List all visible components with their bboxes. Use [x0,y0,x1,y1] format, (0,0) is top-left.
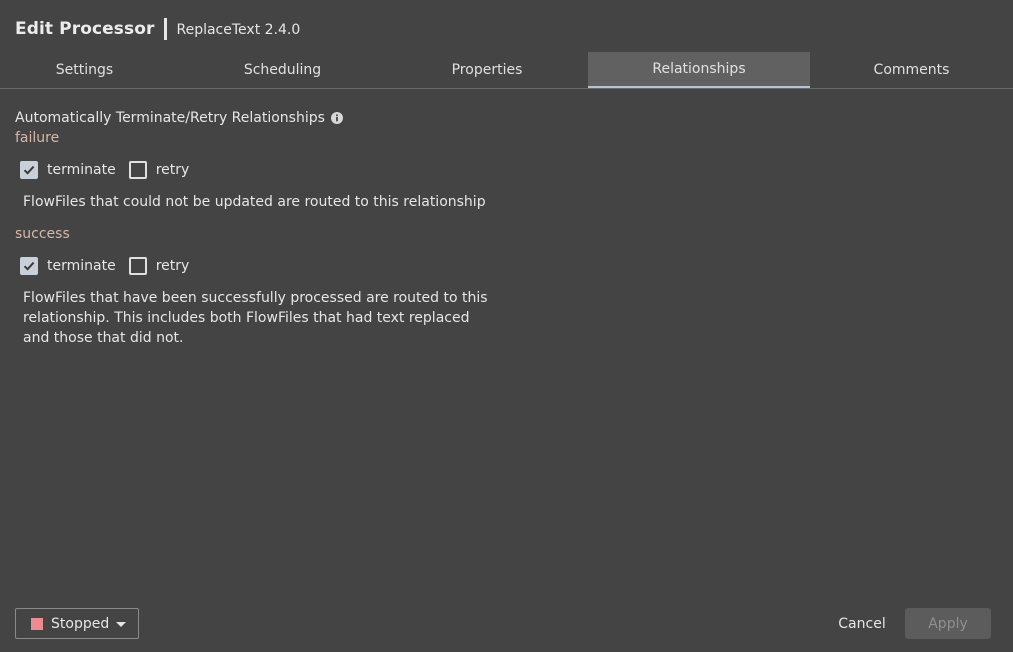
cancel-button[interactable]: Cancel [830,608,894,639]
title-separator [164,18,168,40]
dialog-header: Edit Processor ReplaceText 2.4.0 [15,16,300,42]
failure-retry-checkbox[interactable] [128,161,147,179]
relationship-name-failure: failure [15,130,60,146]
relationship-options-success: terminate retry [20,254,995,278]
success-terminate-label: terminate [47,258,116,274]
info-circle-icon[interactable] [330,112,343,124]
edit-processor-dialog: Edit Processor ReplaceText 2.4.0 Setting… [0,0,1013,652]
success-terminate-checkbox[interactable] [20,257,38,275]
failure-retry-label: retry [155,162,190,178]
section-heading: Automatically Terminate/Retry Relationsh… [15,108,995,128]
failure-terminate-label: terminate [47,162,116,178]
relationship-name-success: success [15,226,70,242]
apply-button[interactable]: Apply [905,608,991,639]
dialog-title: Edit Processor [15,19,155,39]
processor-type-version: ReplaceText 2.4.0 [176,22,301,38]
success-retry-checkbox[interactable] [128,257,147,275]
tab-relationships[interactable]: Relationships [588,52,810,88]
tab-settings[interactable]: Settings [0,52,169,88]
failure-terminate-checkbox[interactable] [20,161,38,179]
run-state-dropdown[interactable]: Stopped [15,608,139,639]
checkmark-icon [23,261,35,271]
run-state-label: Stopped [51,615,110,632]
checkmark-icon [23,165,35,175]
tab-bar: Settings Scheduling Properties Relations… [0,52,1013,89]
tab-properties[interactable]: Properties [396,52,578,88]
tab-comments[interactable]: Comments [810,52,1013,88]
relationship-description-failure: FlowFiles that could not be updated are … [23,194,486,210]
section-title-text: Automatically Terminate/Retry Relationsh… [15,110,325,126]
tab-scheduling[interactable]: Scheduling [169,52,396,88]
relationships-panel: Automatically Terminate/Retry Relationsh… [15,108,995,348]
relationship-description-success: FlowFiles that have been successfully pr… [23,290,488,346]
caret-down-icon [116,622,127,627]
relationship-options-failure: terminate retry [20,158,995,182]
success-retry-label: retry [155,258,190,274]
stopped-square-icon [31,617,43,630]
